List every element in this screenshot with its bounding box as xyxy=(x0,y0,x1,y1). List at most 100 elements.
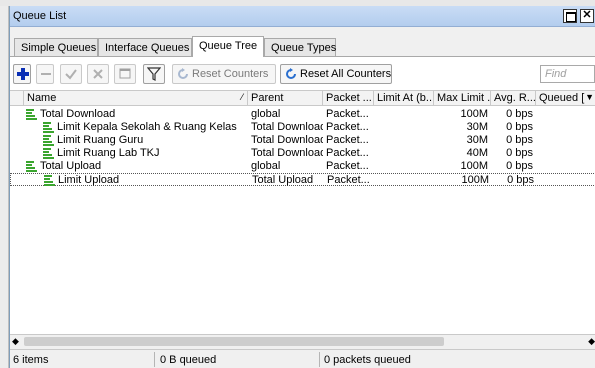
cell-avg-rate: 0 bps xyxy=(507,174,534,186)
reset-all-counters-label: Reset All Counters xyxy=(300,68,392,80)
column-header-blank xyxy=(10,91,24,106)
reset-all-counters-button[interactable]: Reset All Counters xyxy=(280,64,392,84)
background-window-edge xyxy=(0,6,9,368)
cell-name: Limit Kepala Sekolah & Ruang Kelas xyxy=(57,121,237,133)
tab-simple-queues[interactable]: Simple Queues xyxy=(14,38,98,57)
cell-packet: Packet... xyxy=(326,108,369,120)
cell-limit-at xyxy=(375,174,433,187)
horizontal-scrollbar[interactable]: ◆ ◆ xyxy=(10,334,595,347)
cell-avg-rate: 0 bps xyxy=(506,134,533,146)
scroll-left-icon[interactable]: ◆ xyxy=(12,335,19,348)
cell-parent: Total Upload xyxy=(252,174,314,186)
cell-limit-at xyxy=(374,160,432,173)
column-header-max-limit[interactable]: Max Limit ... xyxy=(434,91,491,106)
cell-name: Limit Upload xyxy=(58,174,120,186)
table-row[interactable]: Limit Kepala Sekolah & Ruang Kelas Total … xyxy=(10,121,595,134)
tab-interface-queues[interactable]: Interface Queues xyxy=(98,38,192,57)
cell-max-limit: 40M xyxy=(466,147,488,159)
column-header-limit-at[interactable]: Limit At (b... xyxy=(374,91,434,106)
comment-icon xyxy=(119,68,131,79)
status-queued-packets: 0 packets queued xyxy=(324,354,411,366)
column-header-queued[interactable]: Queued [ ▼ xyxy=(536,91,595,106)
cell-max-limit: 30M xyxy=(466,121,488,133)
table-row[interactable]: Limit Ruang Lab TKJ Total Download Packet.… xyxy=(10,147,595,160)
toolbar: Reset Counters Reset All Counters Find xyxy=(10,57,595,90)
find-input[interactable]: Find xyxy=(540,65,595,83)
cell-name: Limit Ruang Lab TKJ xyxy=(57,147,160,159)
queue-tree-table: Name ⁄ Parent Packet ... Limit At (b... … xyxy=(10,90,595,334)
cell-max-limit: 100M xyxy=(460,160,488,172)
table-row[interactable]: Limit Upload Total Upload Packet... 100M 0 b… xyxy=(10,173,595,186)
filter-icon xyxy=(147,67,161,81)
cell-avg-rate: 0 bps xyxy=(506,108,533,120)
enable-button[interactable] xyxy=(60,64,82,84)
cell-name: Limit Ruang Guru xyxy=(57,134,144,146)
status-divider xyxy=(154,352,155,367)
cell-limit-at xyxy=(374,147,432,160)
cell-limit-at xyxy=(374,108,432,121)
window-title: Queue List xyxy=(13,10,67,22)
queue-icon xyxy=(26,161,37,172)
cell-limit-at xyxy=(374,121,432,134)
reset-icon xyxy=(286,68,296,79)
cell-parent: Total Download xyxy=(251,121,323,133)
queue-icon xyxy=(43,122,54,133)
column-header-name[interactable]: Name ⁄ xyxy=(24,91,248,106)
filter-button[interactable] xyxy=(143,64,165,84)
title-bar[interactable]: Queue List ✕ xyxy=(10,6,595,27)
table-row[interactable]: Total Download global Packet... 100M 0 bps xyxy=(10,108,595,121)
column-header-parent[interactable]: Parent xyxy=(248,91,323,106)
cell-packet: Packet... xyxy=(326,121,369,133)
table-row[interactable]: Total Upload global Packet... 100M 0 bps xyxy=(10,160,595,173)
column-header-packet[interactable]: Packet ... xyxy=(323,91,374,106)
tab-queue-types[interactable]: Queue Types xyxy=(264,38,336,57)
cell-parent: global xyxy=(251,108,281,120)
table-row[interactable]: Limit Ruang Guru Total Download Packet... 3… xyxy=(10,134,595,147)
status-queued-bytes: 0 B queued xyxy=(160,354,217,366)
status-divider xyxy=(319,352,320,367)
cell-limit-at xyxy=(374,134,432,147)
cell-parent: Total Download xyxy=(251,147,323,159)
cell-parent: global xyxy=(251,160,281,172)
cell-parent: Total Download xyxy=(251,134,323,146)
cell-packet: Packet... xyxy=(326,160,369,172)
cell-max-limit: 100M xyxy=(460,108,488,120)
maximize-icon[interactable] xyxy=(563,9,577,23)
cell-avg-rate: 0 bps xyxy=(506,121,533,133)
plus-icon xyxy=(17,68,29,80)
cell-avg-rate: 0 bps xyxy=(506,147,533,159)
reset-icon xyxy=(178,68,188,79)
status-item-count: 6 items xyxy=(13,354,49,366)
scroll-right-icon[interactable]: ◆ xyxy=(588,335,595,348)
minus-icon xyxy=(41,73,51,75)
reset-counters-label: Reset Counters xyxy=(192,68,269,80)
sort-icon: ⁄ xyxy=(241,92,243,102)
queue-icon xyxy=(43,135,54,146)
remove-button[interactable] xyxy=(36,64,54,84)
scrollbar-thumb[interactable] xyxy=(24,337,444,346)
cell-max-limit: 100M xyxy=(461,174,489,186)
tab-queue-tree[interactable]: Queue Tree xyxy=(192,36,264,57)
queue-icon xyxy=(43,148,54,159)
cell-packet: Packet... xyxy=(326,134,369,146)
reset-counters-button[interactable]: Reset Counters xyxy=(172,64,276,84)
add-button[interactable] xyxy=(13,64,31,84)
cell-name: Total Download xyxy=(40,108,116,120)
queue-icon xyxy=(26,109,37,120)
cell-name: Total Upload xyxy=(40,160,102,172)
table-header: Name ⁄ Parent Packet ... Limit At (b... … xyxy=(10,91,595,106)
cell-avg-rate: 0 bps xyxy=(506,160,533,172)
column-menu-icon[interactable]: ▼ xyxy=(585,92,594,102)
column-header-avg-rate[interactable]: Avg. R... xyxy=(491,91,536,106)
queue-list-window: Queue List ✕ Simple Queues Interface Que… xyxy=(9,6,595,368)
queue-icon xyxy=(44,175,55,186)
close-icon[interactable]: ✕ xyxy=(580,9,594,23)
status-bar: 6 items 0 B queued 0 packets queued xyxy=(10,349,595,368)
cell-max-limit: 30M xyxy=(466,134,488,146)
disable-button[interactable] xyxy=(87,64,109,84)
x-icon xyxy=(93,69,103,79)
check-icon xyxy=(65,69,77,80)
cell-packet: Packet... xyxy=(326,147,369,159)
comment-button[interactable] xyxy=(114,64,136,84)
cell-packet: Packet... xyxy=(327,174,370,186)
